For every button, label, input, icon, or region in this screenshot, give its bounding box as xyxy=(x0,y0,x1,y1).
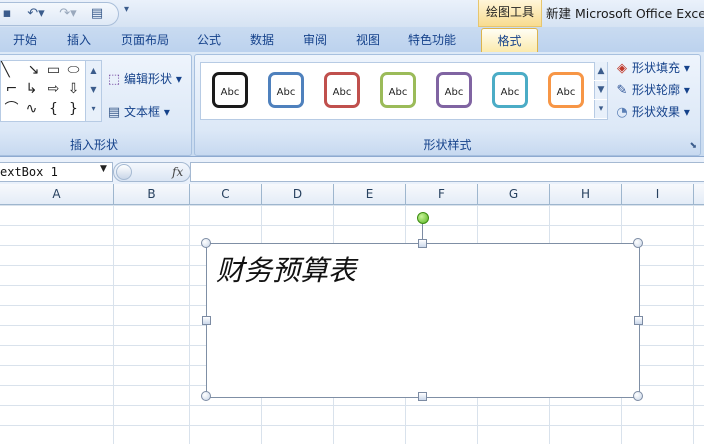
freeform-shape-icon[interactable]: ∿ xyxy=(23,101,40,118)
column-header[interactable]: C xyxy=(190,184,262,204)
connector-shape-icon[interactable]: ⌐ xyxy=(3,81,20,98)
column-header[interactable]: E xyxy=(334,184,406,204)
quick-access-toolbar: ▪ ↶▾ ↷▾ ▤ xyxy=(0,2,119,26)
shape-outline-label: 形状轮廓 xyxy=(632,83,681,97)
oval-shape-icon[interactable]: ⬭ xyxy=(65,62,82,79)
shape-style-preview: Abc xyxy=(380,72,416,108)
resize-handle-bottom[interactable] xyxy=(418,392,427,401)
left-brace-shape-icon[interactable]: { xyxy=(45,101,62,118)
drawing-tools-context-label: 绘图工具 xyxy=(478,0,542,27)
shapes-gallery-scroll[interactable]: ▲ ▼ ▾ xyxy=(85,61,101,121)
name-box-value: extBox 1 xyxy=(0,165,58,179)
right-brace-shape-icon[interactable]: } xyxy=(65,101,82,118)
column-header[interactable]: A xyxy=(0,184,114,204)
shape-style-option[interactable]: Abc xyxy=(430,68,478,112)
shape-effects-button[interactable]: ◔ 形状效果 ▾ xyxy=(614,102,690,122)
shape-style-option[interactable]: Abc xyxy=(542,68,590,112)
shape-styles-group-label: 形状样式 xyxy=(423,138,472,152)
shape-fill-button[interactable]: ◈ 形状填充 ▾ xyxy=(614,58,690,78)
grid-column-line xyxy=(113,205,114,444)
formula-bar-expand-icon[interactable] xyxy=(116,164,132,180)
edit-shape-button[interactable]: ⬚ 编辑形状 ▾ xyxy=(106,69,182,89)
shape-outline-button[interactable]: ✎ 形状轮廓 ▾ xyxy=(614,80,690,100)
resize-handle-top[interactable] xyxy=(418,239,427,248)
tab-review[interactable]: 审阅 xyxy=(294,31,336,51)
tab-data[interactable]: 数据 xyxy=(241,31,283,51)
resize-handle-bottom-left[interactable] xyxy=(201,391,211,401)
edit-shape-label: 编辑形状 xyxy=(124,72,173,86)
text-box-content[interactable]: 财务预算表 xyxy=(216,249,356,289)
grid-column-line xyxy=(189,205,190,444)
tab-home[interactable]: 开始 xyxy=(4,31,46,51)
shape-style-gallery: Abc Abc Abc Abc Abc Abc Abc xyxy=(200,62,608,120)
tab-formulas[interactable]: 公式 xyxy=(188,31,230,51)
column-header[interactable]: F xyxy=(406,184,478,204)
column-header[interactable]: D xyxy=(262,184,334,204)
column-header[interactable]: I xyxy=(622,184,694,204)
grid-column-line xyxy=(693,205,694,444)
save-icon[interactable]: ▪ xyxy=(0,6,14,22)
pencil-icon: ✎ xyxy=(616,83,628,98)
dialog-launcher-icon[interactable]: ⬊ xyxy=(689,141,697,151)
shape-style-preview: Abc xyxy=(436,72,472,108)
name-box[interactable]: extBox 1 xyxy=(0,162,113,182)
insert-shapes-group-label: 插入形状 xyxy=(69,138,118,152)
shape-style-preview: Abc xyxy=(268,72,304,108)
formula-function-area: fx xyxy=(113,162,191,182)
resize-handle-left[interactable] xyxy=(202,316,211,325)
arrow-line-shape-icon[interactable]: ↘ xyxy=(25,62,42,79)
resize-handle-bottom-right[interactable] xyxy=(633,391,643,401)
resize-handle-top-left[interactable] xyxy=(201,238,211,248)
tab-insert[interactable]: 插入 xyxy=(58,31,100,51)
rotation-handle[interactable] xyxy=(417,212,429,224)
insert-function-icon[interactable]: fx xyxy=(172,163,183,181)
qat-customize-button[interactable]: ▾ xyxy=(124,4,129,15)
shape-effects-icon: ◔ xyxy=(616,105,628,120)
curve-shape-icon[interactable]: ⌒ xyxy=(3,101,20,118)
column-header[interactable]: H xyxy=(550,184,622,204)
tab-format[interactable]: 格式 xyxy=(481,28,538,53)
shape-style-option[interactable]: Abc xyxy=(262,68,310,112)
undo-icon[interactable]: ↶▾ xyxy=(24,6,48,22)
shape-style-option[interactable]: Abc xyxy=(318,68,366,112)
tab-special-features[interactable]: 特色功能 xyxy=(401,31,463,51)
gallery-scroll-down-icon[interactable]: ▼ xyxy=(594,81,607,99)
text-box-button[interactable]: ▤ 文本框 ▾ xyxy=(106,102,170,122)
shape-style-option[interactable]: Abc xyxy=(206,68,254,112)
resize-handle-right[interactable] xyxy=(634,316,643,325)
shape-style-option[interactable]: Abc xyxy=(374,68,422,112)
paint-bucket-icon: ◈ xyxy=(617,61,627,76)
shape-style-option[interactable]: Abc xyxy=(486,68,534,112)
gallery-more-icon[interactable]: ▾ xyxy=(594,100,607,118)
gallery-scroll-up-icon[interactable]: ▲ xyxy=(594,62,607,80)
down-arrow-shape-icon[interactable]: ⇩ xyxy=(65,81,82,98)
right-arrow-shape-icon[interactable]: ⇨ xyxy=(45,81,62,98)
text-box-icon: ▤ xyxy=(107,105,121,120)
shape-style-preview: Abc xyxy=(548,72,584,108)
edit-shape-icon: ⬚ xyxy=(107,72,121,87)
column-header[interactable]: G xyxy=(478,184,550,204)
resize-handle-top-right[interactable] xyxy=(633,238,643,248)
shape-style-preview: Abc xyxy=(492,72,528,108)
name-box-dropdown-icon[interactable]: ▼ xyxy=(100,164,107,174)
formula-input[interactable] xyxy=(190,162,704,182)
window-title: 新建 Microsoft Office Excel xyxy=(546,6,704,21)
rectangle-shape-icon[interactable]: ▭ xyxy=(45,62,62,79)
redo-icon[interactable]: ↷▾ xyxy=(56,6,80,22)
shape-style-preview: Abc xyxy=(324,72,360,108)
form-icon[interactable]: ▤ xyxy=(88,6,106,22)
shapes-gallery: ╲ ↘ ▭ ⬭ ⌐ ↳ ⇨ ⇩ ⌒ ∿ { } ▲ ▼ ▾ xyxy=(0,60,102,122)
elbow-connector-shape-icon[interactable]: ↳ xyxy=(23,81,40,98)
tab-view[interactable]: 视图 xyxy=(347,31,389,51)
text-box-label: 文本框 xyxy=(124,105,161,119)
shape-effects-label: 形状效果 xyxy=(632,105,681,119)
line-shape-icon[interactable]: ╲ xyxy=(0,62,14,79)
shape-style-preview: Abc xyxy=(212,72,248,108)
tab-page-layout[interactable]: 页面布局 xyxy=(114,31,176,51)
column-header[interactable]: B xyxy=(114,184,190,204)
shape-fill-label: 形状填充 xyxy=(632,61,681,75)
